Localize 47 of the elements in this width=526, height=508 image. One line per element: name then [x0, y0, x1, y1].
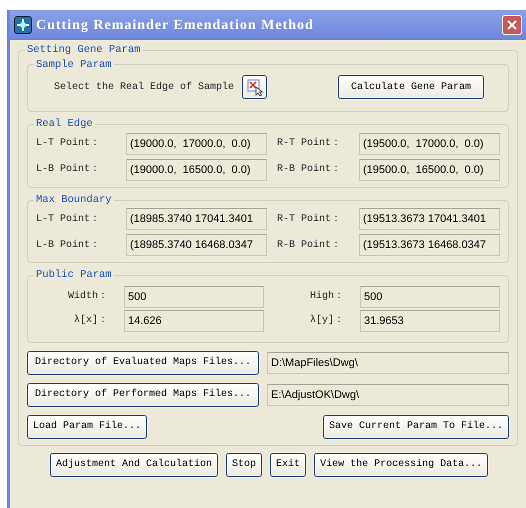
text-field[interactable]: D:\MapFiles\Dwg\ — [267, 352, 509, 374]
app-icon — [14, 16, 32, 34]
save-param-button[interactable]: Save Current Param To File... — [322, 414, 509, 439]
field-label: Select the Real Edge of Sample — [54, 80, 234, 95]
directory-button[interactable]: Directory of Performed Maps Files... — [27, 382, 259, 407]
field-label: R-T Point： — [276, 212, 342, 227]
field-label: R-T Point： — [276, 136, 342, 152]
calculate-button[interactable]: Calculate Gene Param — [338, 75, 484, 100]
action-button[interactable]: Exit — [270, 452, 306, 477]
field-label: L-T Point： — [36, 212, 102, 227]
text-field[interactable]: 500 — [124, 286, 264, 308]
text-field[interactable]: (18985.3740 17041.3401 — [126, 208, 267, 230]
text-field[interactable]: 500 — [360, 286, 500, 308]
action-button[interactable]: View the Processing Data... — [314, 452, 488, 477]
text-field[interactable]: (19500.0, 17000.0, 0.0) — [359, 132, 500, 155]
action-button[interactable]: Adjustment And Calculation — [50, 452, 218, 477]
text-field[interactable]: (19513.3673 16468.0347 — [359, 234, 500, 256]
text-field[interactable]: (19513.3673 17041.3401 — [359, 208, 500, 230]
text-field[interactable]: (19500.0, 16500.0, 0.0) — [359, 158, 500, 181]
select-cursor-icon — [246, 78, 264, 96]
close-icon — [506, 19, 518, 31]
window-title: Cutting Remainder Emendation Method — [36, 16, 315, 34]
field-label: High： — [308, 290, 345, 304]
text-field[interactable]: E:\AdjustOK\Dwg\ — [267, 384, 509, 406]
text-field[interactable]: (19000.0, 17000.0, 0.0) — [126, 132, 267, 155]
close-button[interactable] — [502, 15, 522, 35]
field-label: R-B Point： — [276, 238, 342, 253]
group-title: Real Edge — [35, 118, 94, 131]
group-title: Sample Param — [35, 58, 113, 72]
text-field[interactable]: (19000.0, 16500.0, 0.0) — [126, 158, 267, 181]
text-field[interactable]: (18985.3740 16468.0347 — [126, 234, 267, 256]
group-title: Public Param — [35, 269, 113, 282]
field-label: R-B Point： — [276, 162, 342, 178]
text-field[interactable]: 14.626 — [124, 310, 264, 332]
text-field[interactable]: 31.9653 — [360, 310, 500, 332]
select-edge-button[interactable] — [242, 75, 268, 100]
action-button[interactable]: Stop — [226, 452, 262, 477]
directory-button[interactable]: Directory of Evaluated Maps Files... — [27, 350, 259, 375]
field-label: λ[x]： — [72, 314, 109, 328]
group-title: Max Boundary — [35, 194, 113, 206]
load-param-button[interactable]: Load Param File... — [27, 414, 148, 439]
field-label: L-B Point： — [36, 238, 102, 253]
group-title: Setting Gene Param — [26, 44, 142, 57]
field-label: Width： — [66, 290, 109, 304]
field-label: L-T Point： — [36, 136, 102, 152]
field-label: L-B Point： — [36, 162, 102, 178]
field-label: λ[y]： — [308, 314, 345, 328]
